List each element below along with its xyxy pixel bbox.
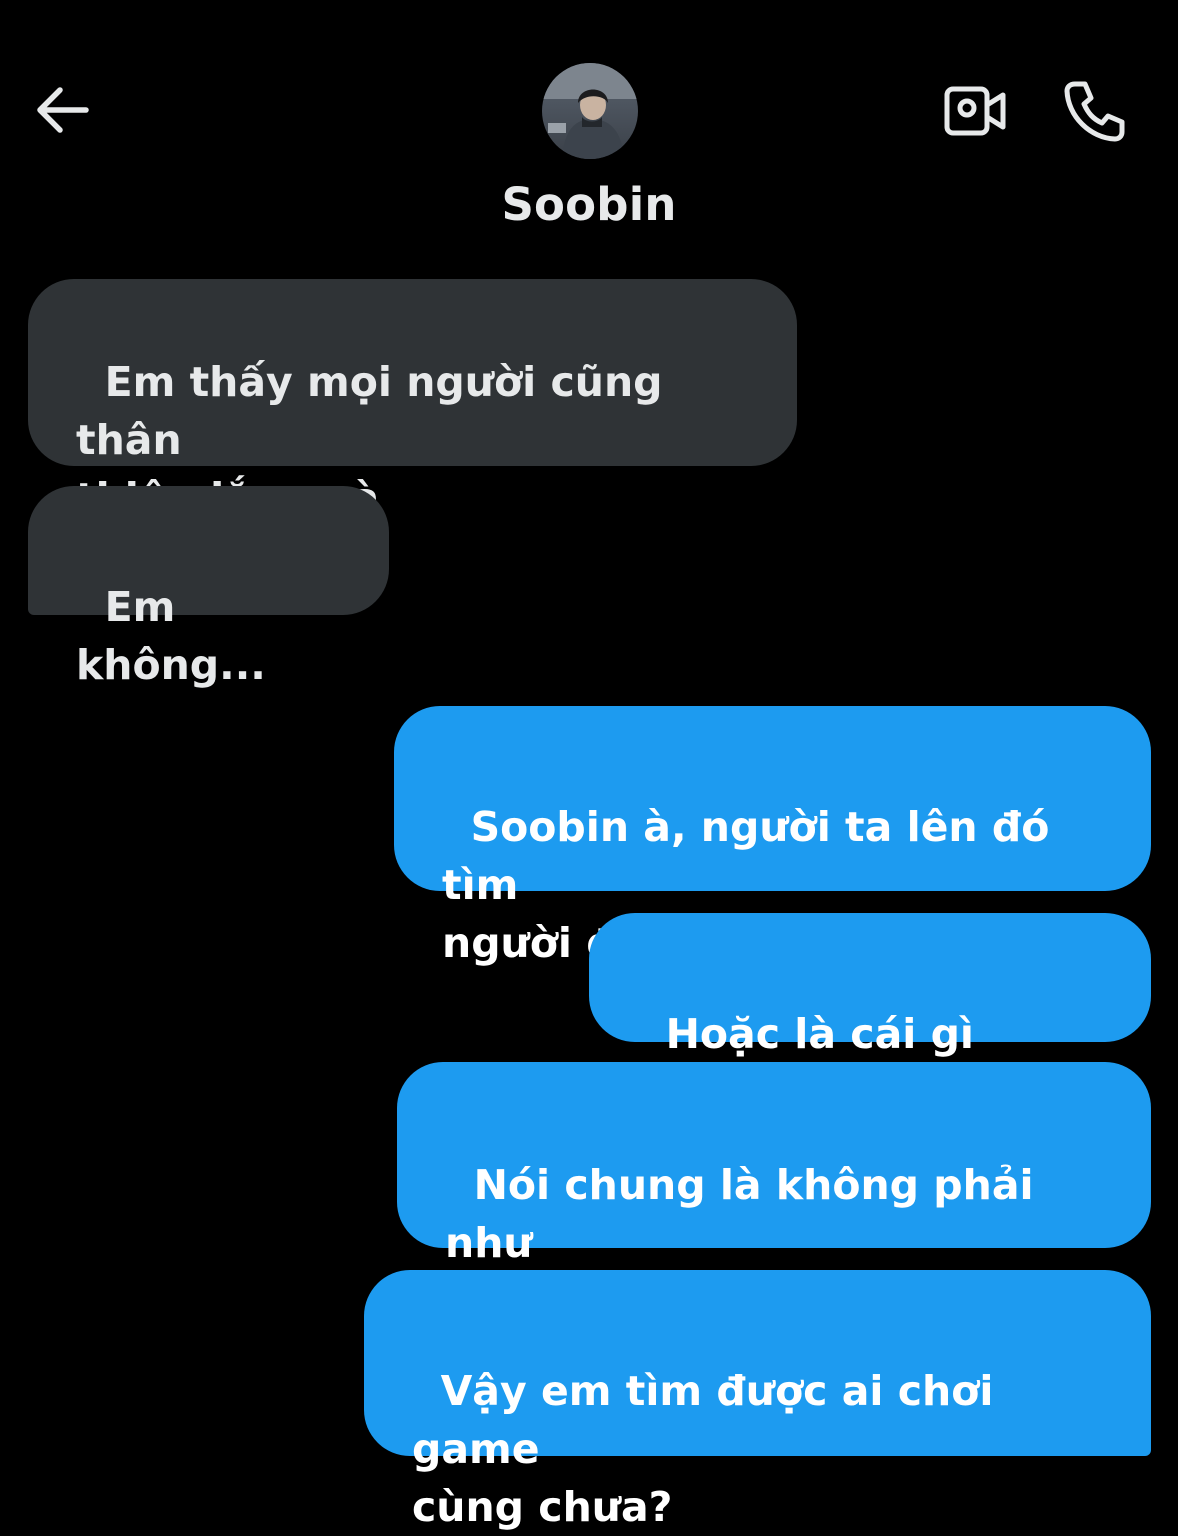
video-call-button[interactable] <box>938 80 1012 142</box>
message-text: Em không... <box>76 583 266 689</box>
message-bubble-sent[interactable]: Soobin à, người ta lên đó tìm người để h… <box>394 706 1151 967</box>
avatar-image <box>542 63 638 159</box>
message-bubble-received[interactable]: Em thấy mọi người cũng thân thiện lắm mà <box>28 279 797 522</box>
contact-name[interactable]: Soobin <box>389 178 789 231</box>
video-camera-icon <box>944 86 1006 136</box>
arrow-left-icon <box>37 87 89 133</box>
phone-icon <box>1064 81 1125 142</box>
contact-avatar[interactable] <box>542 63 638 159</box>
back-button[interactable] <box>30 82 92 138</box>
message-bubble-sent[interactable]: Nói chung là không phải như em nghĩ đâu <box>397 1062 1151 1330</box>
voice-call-button[interactable] <box>1058 76 1130 146</box>
message-bubble-sent[interactable]: Hoặc là cái gì khác... <box>589 913 1151 1116</box>
message-bubble-received[interactable]: Em không... <box>28 486 389 689</box>
message-text: Vậy em tìm được ai chơi game cùng chưa? <box>412 1367 994 1531</box>
message-bubble-sent[interactable]: Vậy em tìm được ai chơi game cùng chưa? <box>364 1270 1151 1531</box>
